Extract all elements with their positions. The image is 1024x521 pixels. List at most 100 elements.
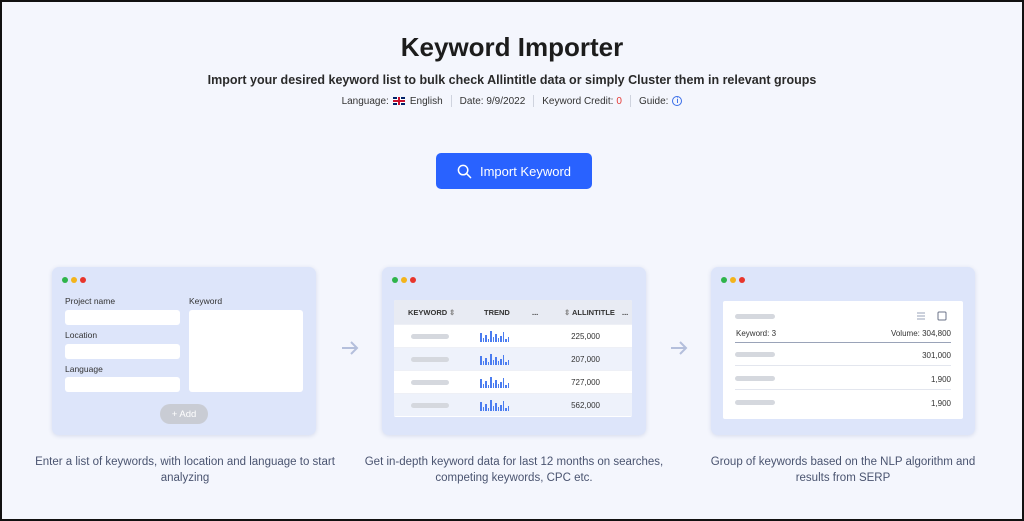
trend-bar <box>485 381 487 388</box>
trend-bar <box>507 360 509 365</box>
col-trend: TREND <box>484 308 510 317</box>
trend-bar <box>500 336 502 342</box>
location-field <box>65 344 180 359</box>
window-dots <box>62 277 86 283</box>
trend-bar <box>492 383 494 388</box>
location-label: Location <box>65 330 98 340</box>
trend-bar <box>505 385 507 388</box>
meta-bar: Language: English Date: 9/9/2022 Keyword… <box>2 95 1022 107</box>
arrow-right-icon <box>671 341 688 355</box>
table-row: 225,000 <box>394 324 632 347</box>
yellow-dot-icon <box>71 277 77 283</box>
trend-bar <box>507 337 509 342</box>
trend-bar <box>495 357 497 365</box>
table-row: 727,000 <box>394 370 632 393</box>
trend-bar <box>502 378 504 388</box>
divider <box>629 95 631 107</box>
trend-bar <box>480 379 482 388</box>
trend-sparkline <box>480 377 509 388</box>
uk-flag-icon <box>392 97 405 105</box>
add-button: + Add <box>160 404 208 424</box>
green-dot-icon <box>62 277 68 283</box>
col-allintitle: ALLINTITLE <box>572 308 615 317</box>
keyword-count: Keyword: 3 <box>736 329 777 338</box>
trend-bar <box>500 382 502 388</box>
trend-bar <box>497 361 499 365</box>
checkbox-icon <box>937 311 947 321</box>
keyword-volume: 1,900 <box>930 399 951 408</box>
import-keyword-button[interactable]: Import Keyword <box>436 153 592 189</box>
trend-bar <box>480 402 482 411</box>
trend-bar <box>480 356 482 365</box>
table-row: 207,000 <box>394 347 632 370</box>
trend-bar <box>482 407 484 411</box>
divider <box>735 365 951 366</box>
trend-bar <box>492 337 494 342</box>
language-field-label: Language <box>65 364 103 374</box>
language-field <box>65 377 180 392</box>
divider <box>533 95 535 107</box>
trend-bar <box>487 339 489 342</box>
trend-bar <box>497 384 499 388</box>
trend-bar <box>485 335 487 342</box>
trend-bar <box>507 383 509 388</box>
trend-bar <box>502 355 504 365</box>
cluster-caption: Group of keywords based on the NLP algor… <box>710 456 976 484</box>
trend-sparkline <box>480 400 509 411</box>
allintitle-value: 562,000 <box>571 401 600 410</box>
yellow-dot-icon <box>730 277 736 283</box>
cluster-illustration-card: Keyword: 3 Volume: 304,800 301,000 1,900… <box>711 267 975 435</box>
trend-bar <box>497 338 499 342</box>
keyword-placeholder <box>735 400 775 405</box>
keyword-volume: 1,900 <box>930 375 951 384</box>
cluster-panel: Keyword: 3 Volume: 304,800 301,000 1,900… <box>723 301 963 419</box>
trend-bar <box>500 359 502 365</box>
trend-bar <box>505 339 507 342</box>
language-label: Language: <box>341 95 389 107</box>
trend-bar <box>505 408 507 411</box>
group-title-placeholder <box>735 314 775 319</box>
allintitle-value: 225,000 <box>571 332 600 341</box>
trend-bar <box>480 333 482 342</box>
col-ellipsis: ... <box>532 308 539 317</box>
keyword-label: Keyword <box>189 296 223 306</box>
trend-bar <box>482 384 484 388</box>
trend-bar <box>492 360 494 365</box>
trend-bar <box>490 400 492 411</box>
keyword-placeholder <box>411 357 449 362</box>
project-name-label: Project name <box>65 296 116 306</box>
allintitle-value: 207,000 <box>571 355 600 364</box>
input-illustration-card: Project name Keyword Location Language +… <box>52 267 316 435</box>
yellow-dot-icon <box>401 277 407 283</box>
sort-icon: ⇕ <box>564 308 571 317</box>
trend-bar <box>502 332 504 342</box>
divider <box>735 389 951 390</box>
allintitle-value: 727,000 <box>571 378 600 387</box>
credit-value: 0 <box>616 95 622 107</box>
keyword-data-table: KEYWORD ⇕ TREND ... ⇕ ALLINTITLE ... 225… <box>394 300 632 417</box>
trend-sparkline <box>480 354 509 365</box>
trend-bar <box>490 377 492 388</box>
trend-bar <box>490 354 492 365</box>
volume-total: Volume: 304,800 <box>890 329 951 338</box>
info-icon[interactable]: i <box>672 96 683 106</box>
keyword-placeholder <box>735 376 775 381</box>
keyword-placeholder <box>735 352 775 357</box>
window-dots <box>392 277 416 283</box>
credit-label: Keyword Credit: <box>542 95 614 107</box>
trend-bar <box>497 407 499 411</box>
col-ellipsis: ... <box>622 308 629 317</box>
trend-bar <box>487 385 489 388</box>
col-keyword: KEYWORD <box>408 308 448 317</box>
keyword-placeholder <box>411 334 449 339</box>
language-value[interactable]: English <box>410 96 443 107</box>
trend-bar <box>495 403 497 411</box>
green-dot-icon <box>721 277 727 283</box>
window-dots <box>721 277 745 283</box>
trend-bar <box>482 361 484 365</box>
search-icon <box>457 164 472 178</box>
project-name-field <box>65 310 180 325</box>
trend-bar <box>505 362 507 365</box>
arrow-right-icon <box>342 341 359 355</box>
trend-sparkline <box>480 331 509 342</box>
